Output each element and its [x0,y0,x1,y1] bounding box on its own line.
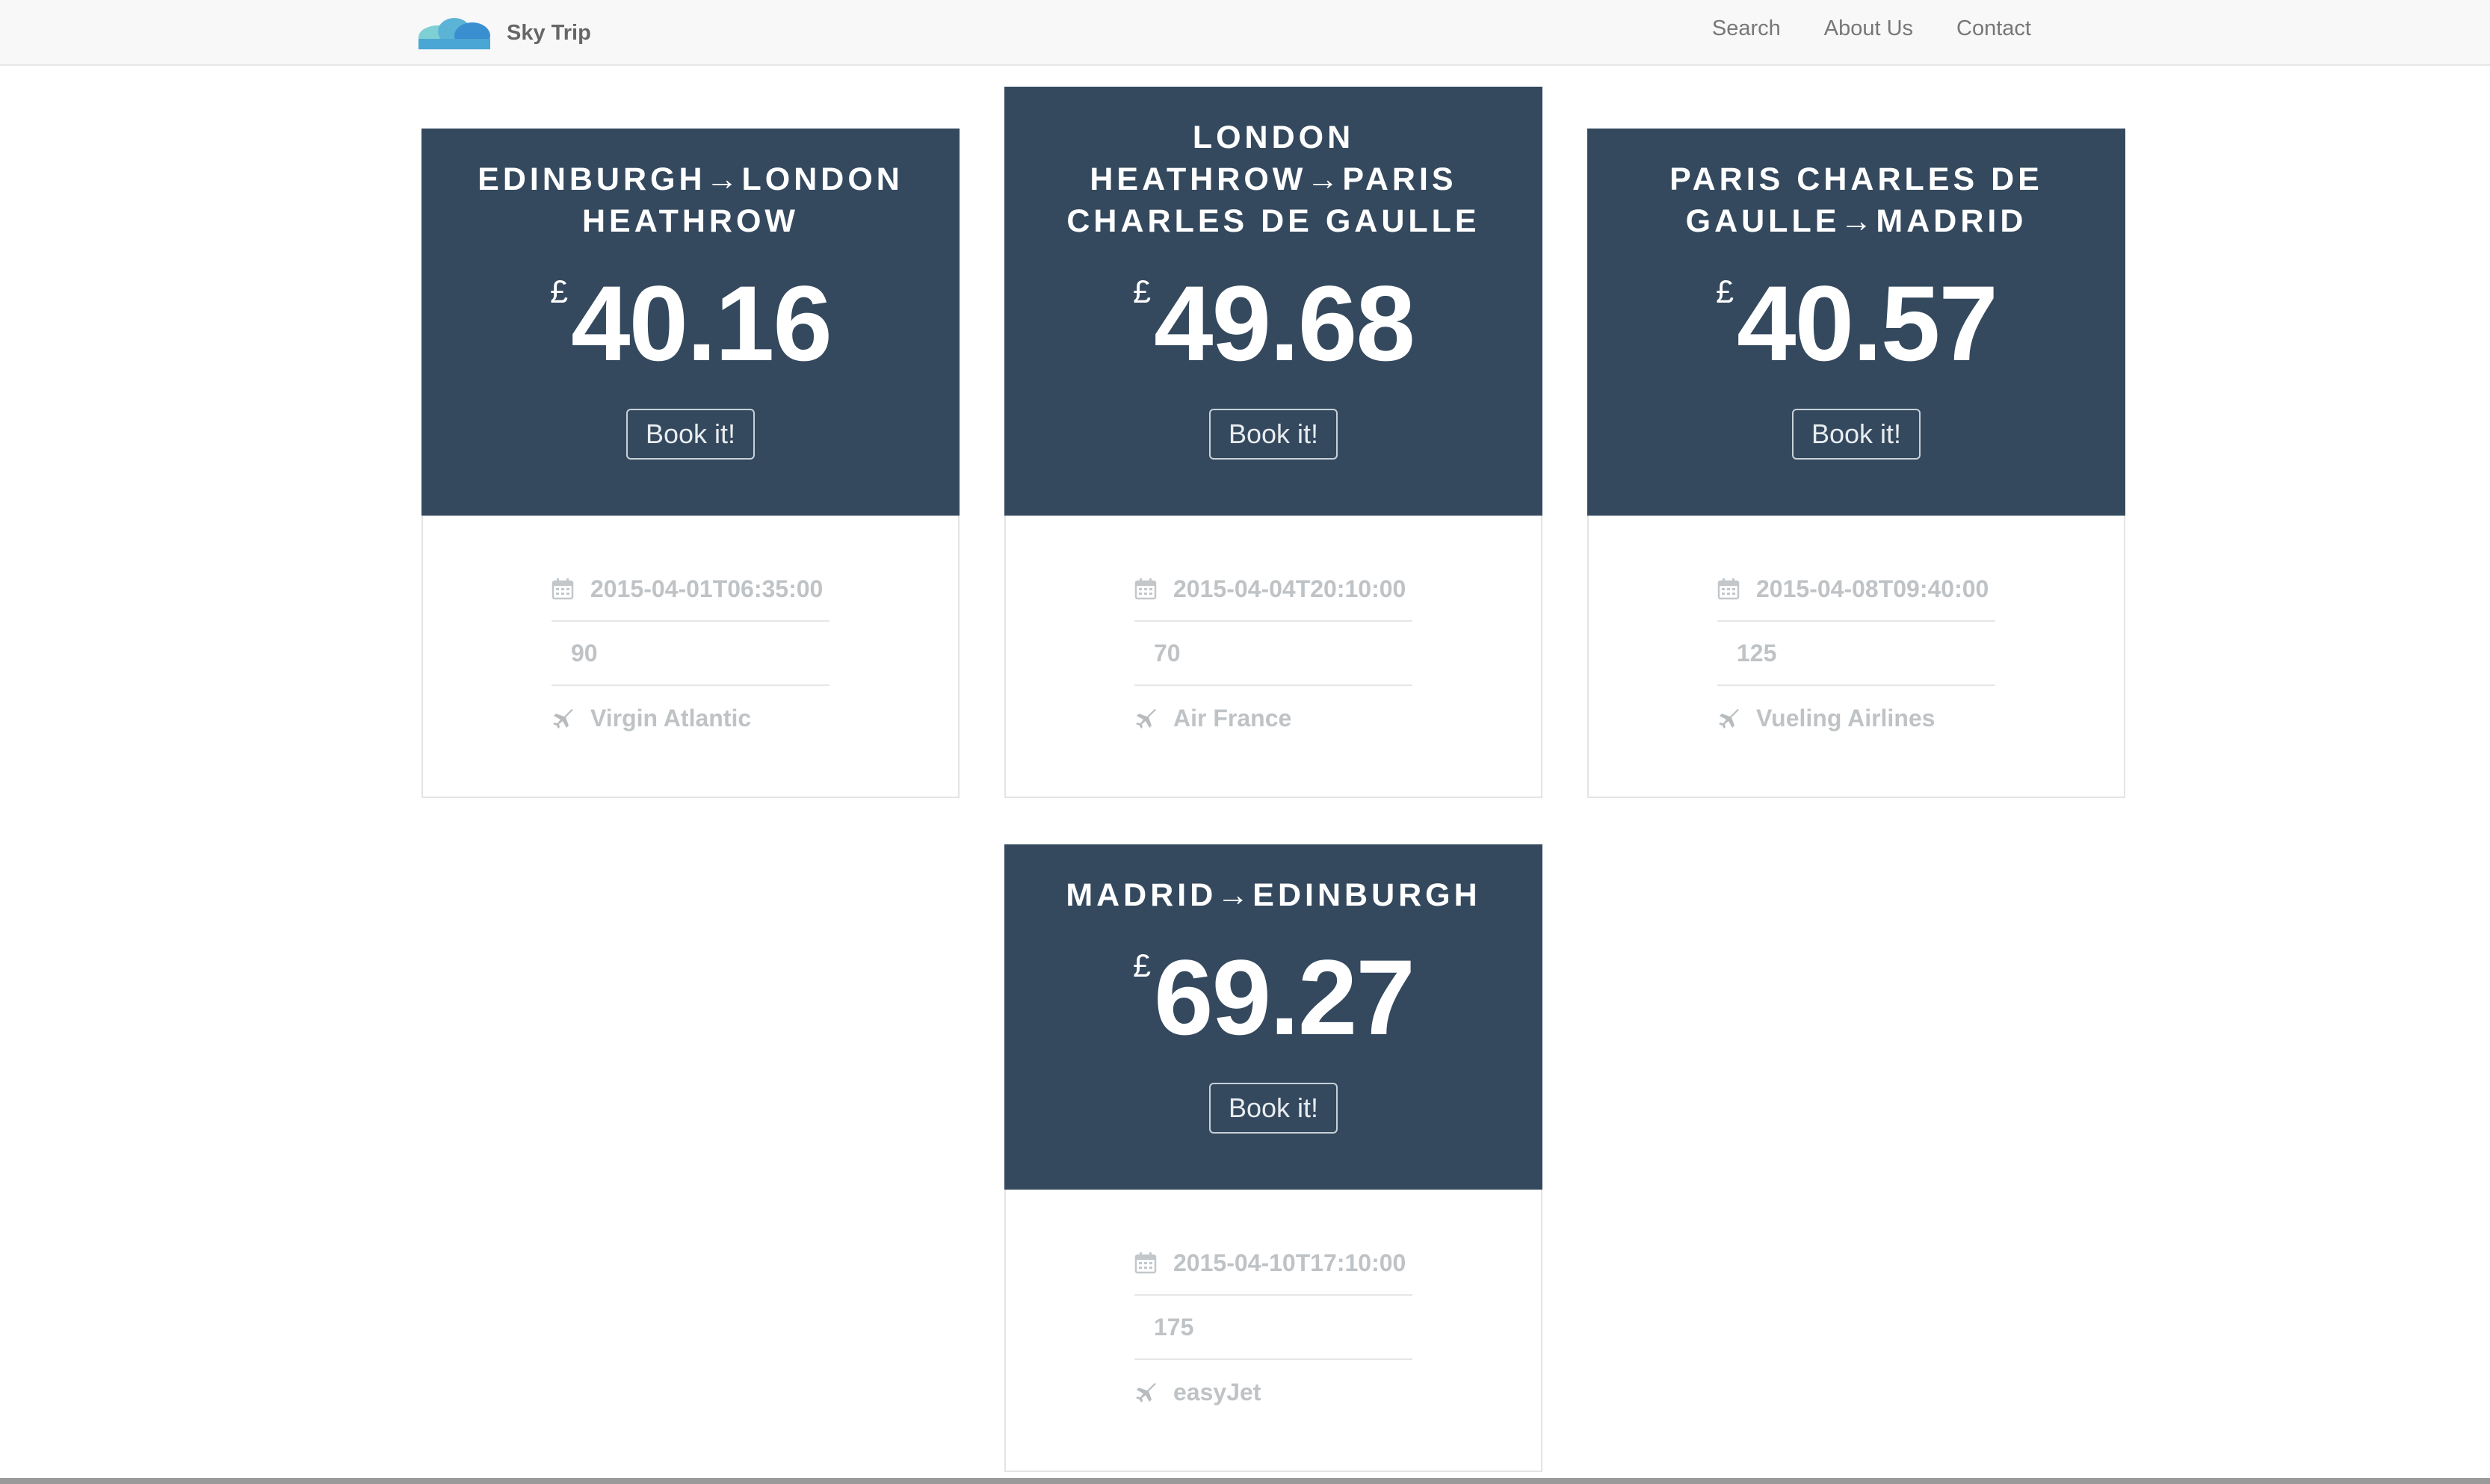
brand[interactable]: Sky Trip [415,10,591,55]
calendar-icon [1134,1252,1170,1274]
cloud-logo-icon [415,15,493,51]
flight-card-header: Madrid→Edinburgh £69.27 Book it! [1004,844,1542,1190]
flight-card: Paris Charles de Gaulle→Madrid £40.57 Bo… [1587,129,2125,798]
flight-card-details: 2015-04-01T06:35:00 90 Virgin Atlantic [421,516,960,798]
price-amount: 69.27 [1154,939,1415,1057]
flight-card-header: London Heathrow→Paris Charles de Gaulle … [1004,87,1542,516]
airline-name: easyJet [1173,1378,1261,1406]
airline-row: easyJet [1134,1360,1412,1424]
plane-icon [552,707,587,729]
flight-card-header: Edinburgh→London Heathrow £40.16 Book it… [421,129,960,516]
book-button[interactable]: Book it! [625,409,756,460]
flight-number-value: 90 [571,639,598,667]
number-row: 90 [552,622,830,686]
flight-card-details: 2015-04-10T17:10:00 175 easyJet [1004,1190,1542,1472]
nav-link-search[interactable]: Search [1712,16,1781,41]
nav-link-contact[interactable]: Contact [1956,16,2031,41]
route-title: London Heathrow→Paris Charles de Gaulle [1066,120,1480,239]
flight-card-header: Paris Charles de Gaulle→Madrid £40.57 Bo… [1587,129,2125,516]
number-row: 175 [1134,1296,1412,1360]
calendar-icon [552,578,587,600]
book-button[interactable]: Book it! [1791,409,1921,460]
airline-name: Air France [1173,704,1292,732]
currency-symbol: £ [1716,274,1734,310]
departure-row: 2015-04-04T20:10:00 [1134,557,1412,622]
currency-symbol: £ [1133,274,1152,310]
route-title: Paris Charles de Gaulle→Madrid [1669,161,2043,239]
currency-symbol: £ [550,274,569,310]
departure-row: 2015-04-01T06:35:00 [552,557,830,622]
price-amount: 40.57 [1737,265,1998,383]
calendar-icon [1134,578,1170,600]
flight-number-value: 175 [1154,1313,1194,1341]
departure-row: 2015-04-08T09:40:00 [1717,557,1995,622]
flight-number-value: 70 [1154,639,1181,667]
departure-datetime: 2015-04-10T17:10:00 [1173,1249,1406,1276]
airline-name: Virgin Atlantic [590,704,752,732]
price-amount: 49.68 [1154,265,1415,383]
airline-row: Vueling Airlines [1717,686,1995,750]
price-amount: 40.16 [571,265,832,383]
plane-icon [1134,1381,1170,1403]
price: £69.27 [1004,944,1542,1051]
brand-name: Sky Trip [507,20,591,45]
departure-datetime: 2015-04-08T09:40:00 [1756,575,1989,602]
number-row: 125 [1717,622,1995,686]
plane-icon [1717,707,1753,729]
airline-row: Air France [1134,686,1412,750]
route-title: Edinburgh→London Heathrow [478,161,903,239]
book-button[interactable]: Book it! [1208,1083,1338,1134]
price: £40.16 [421,270,960,377]
price: £49.68 [1004,270,1542,377]
airline-row: Virgin Atlantic [552,686,830,750]
flight-number-value: 125 [1737,639,1777,667]
departure-datetime: 2015-04-04T20:10:00 [1173,575,1406,602]
window-bottom-edge [0,1478,2490,1484]
flight-card: Edinburgh→London Heathrow £40.16 Book it… [421,129,960,798]
price: £40.57 [1587,270,2125,377]
flight-card: Madrid→Edinburgh £69.27 Book it! 2015-04… [1004,844,1542,1472]
route-title: Madrid→Edinburgh [1066,877,1481,913]
flight-card: London Heathrow→Paris Charles de Gaulle … [1004,87,1542,798]
currency-symbol: £ [1133,948,1152,984]
number-row: 70 [1134,622,1412,686]
navbar: Sky Trip Search About Us Contact [0,0,2490,66]
departure-row: 2015-04-10T17:10:00 [1134,1231,1412,1296]
airline-name: Vueling Airlines [1756,704,1936,732]
plane-icon [1134,707,1170,729]
departure-datetime: 2015-04-01T06:35:00 [590,575,824,602]
nav-links: Search About Us Contact [1669,0,2031,57]
book-button[interactable]: Book it! [1208,409,1338,460]
nav-link-about-us[interactable]: About Us [1824,16,1913,41]
calendar-icon [1717,578,1753,600]
flight-card-details: 2015-04-08T09:40:00 125 Vueling Airlines [1587,516,2125,798]
flight-card-details: 2015-04-04T20:10:00 70 Air France [1004,516,1542,798]
